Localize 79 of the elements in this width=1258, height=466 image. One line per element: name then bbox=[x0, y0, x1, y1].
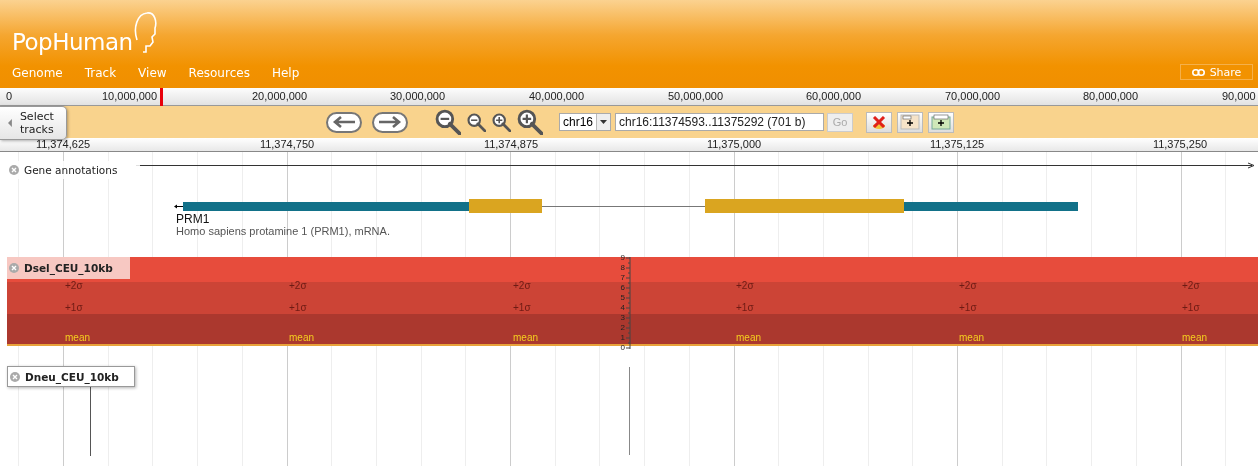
band-label: +1σ bbox=[1182, 302, 1200, 313]
ruler-label: 11,374,875 bbox=[483, 138, 539, 151]
band-label: +2σ bbox=[289, 280, 307, 291]
chromosome-select[interactable]: chr16 bbox=[559, 113, 611, 131]
axis-label: 8 bbox=[619, 264, 625, 272]
ruler-label: 40,000,000 bbox=[529, 90, 585, 102]
menu-item[interactable]: Resources bbox=[188, 66, 250, 80]
ruler-label: 11,375,000 bbox=[706, 138, 762, 151]
add-track-button[interactable] bbox=[897, 111, 923, 133]
axis-label: 7 bbox=[619, 274, 625, 282]
select-tracks-tab[interactable]: Select tracks bbox=[0, 106, 67, 140]
collapse-arrow-icon bbox=[8, 117, 12, 129]
band-label: mean bbox=[1182, 332, 1207, 343]
ruler-label: 90,000 bbox=[1222, 90, 1256, 102]
gene-description: Homo sapiens protamine 1 (PRM1), mRNA. bbox=[176, 225, 390, 237]
zoom-out-icon[interactable] bbox=[435, 109, 461, 135]
axis-label: 9 bbox=[619, 254, 625, 262]
axis-label: 6 bbox=[619, 284, 625, 292]
add-track-icon bbox=[900, 114, 920, 130]
axis-label: 4 bbox=[619, 304, 625, 312]
ruler-label: 60,000,000 bbox=[806, 90, 862, 102]
band-label: +2σ bbox=[1182, 280, 1200, 291]
ruler-label: 10,000,000 bbox=[102, 90, 158, 102]
add-sequence-track-button[interactable] bbox=[928, 111, 954, 133]
ruler-label: 11,375,125 bbox=[929, 138, 985, 151]
link-icon bbox=[1191, 68, 1205, 76]
ruler-label: 11,374,750 bbox=[259, 138, 315, 151]
caret-icon bbox=[600, 120, 607, 124]
band-label: mean bbox=[289, 332, 314, 343]
cross-icon bbox=[872, 115, 886, 129]
band-label: mean bbox=[513, 332, 538, 343]
ruler-label: 80,000,000 bbox=[1083, 90, 1139, 102]
zoom-out-icon[interactable] bbox=[467, 112, 486, 132]
band-label: +1σ bbox=[289, 302, 307, 313]
zoom-in-icon[interactable] bbox=[517, 109, 543, 135]
pan-right-button[interactable] bbox=[372, 111, 408, 133]
ruler-label: 50,000,000 bbox=[668, 90, 724, 102]
axis-label: 3 bbox=[619, 314, 625, 322]
select-tracks-label: Select tracks bbox=[19, 110, 55, 136]
location-field[interactable]: chr16:11374593..11375292 (701 b) bbox=[615, 113, 824, 131]
ruler-label: 11,375,250 bbox=[1152, 138, 1208, 151]
menu-item[interactable]: Help bbox=[271, 66, 300, 80]
axis-label: 5 bbox=[619, 294, 625, 302]
pan-left-button[interactable] bbox=[326, 111, 362, 133]
band-label: +2σ bbox=[513, 280, 531, 291]
ruler-label: 11,374,625 bbox=[35, 138, 91, 151]
band-label: mean bbox=[959, 332, 984, 343]
ruler-label: 70,000,000 bbox=[945, 90, 1001, 102]
logo-text: PopHuman bbox=[12, 28, 133, 56]
track-label[interactable]: Dsel_CEU_10kb bbox=[7, 257, 130, 279]
axis-label: 0 bbox=[619, 344, 625, 352]
left-arrow-icon bbox=[332, 116, 356, 128]
band-label: +2σ bbox=[65, 280, 83, 291]
ruler-label: 0 bbox=[6, 90, 13, 102]
band-label: +2σ bbox=[959, 280, 977, 291]
band-label: +1σ bbox=[959, 302, 977, 313]
axis-label: 2 bbox=[619, 324, 625, 332]
axis-label: 1 bbox=[619, 334, 625, 342]
menu-item[interactable]: Track bbox=[84, 66, 117, 80]
clear-highlight-button[interactable] bbox=[866, 111, 892, 133]
menu-item[interactable]: View bbox=[138, 66, 167, 80]
band-label: +1σ bbox=[513, 302, 531, 313]
band-label: mean bbox=[736, 332, 761, 343]
track-label[interactable]: Dneu_CEU_10kb bbox=[7, 366, 135, 387]
zoom-in-icon[interactable] bbox=[492, 112, 511, 132]
head-outline-icon bbox=[132, 10, 157, 56]
band-label: +2σ bbox=[736, 280, 754, 291]
ruler-label: 20,000,000 bbox=[252, 90, 308, 102]
band-label: +1σ bbox=[736, 302, 754, 313]
menu-item[interactable]: Genome bbox=[12, 66, 63, 80]
band-label: +1σ bbox=[65, 302, 83, 313]
band-label: mean bbox=[65, 332, 90, 343]
track-label[interactable]: Gene annotations bbox=[7, 161, 140, 179]
ruler-label: 30,000,000 bbox=[390, 90, 446, 102]
position-marker[interactable] bbox=[160, 88, 163, 106]
gene-name: PRM1 bbox=[176, 212, 210, 226]
share-button[interactable]: Share bbox=[1180, 64, 1253, 80]
add-sequence-icon bbox=[931, 114, 951, 130]
right-arrow-icon bbox=[378, 116, 402, 128]
